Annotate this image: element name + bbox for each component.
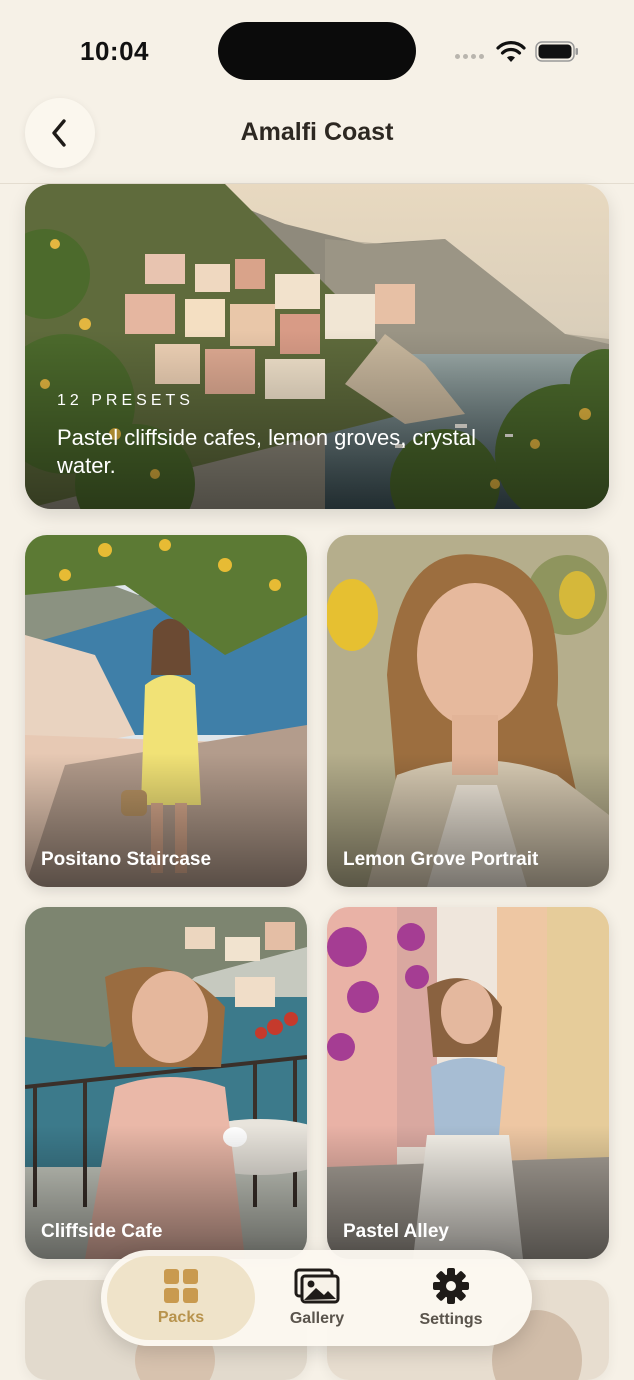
tab-label: Settings [419,1311,483,1328]
tab-label: Packs [157,1309,205,1326]
status-time: 10:04 [80,36,149,66]
wifi-icon [496,41,526,62]
preset-card-cliffside-cafe[interactable]: Cliffside Cafe [25,907,307,1259]
page-title: Amalfi Coast [240,118,394,146]
preset-card-label: Pastel Alley [343,1221,449,1242]
dynamic-island [218,22,416,80]
preset-card-label: Cliffside Cafe [41,1221,163,1242]
cellular-signal-icon [455,54,484,59]
preset-card-label: Lemon Grove Portrait [343,849,539,870]
photos-icon [294,1268,340,1304]
grid-icon [164,1269,198,1303]
preset-card-label: Positano Staircase [41,849,212,870]
nav-header: Amalfi Coast [0,98,634,184]
gear-icon [433,1268,469,1304]
tab-packs[interactable]: Packs [107,1256,255,1340]
tab-gallery[interactable]: Gallery [243,1256,391,1340]
pack-hero-card: 12 PRESETS Pastel cliffside cafes, lemon… [25,184,609,509]
preset-count: 12 PRESETS [57,392,194,409]
tab-bar: Packs Gallery Settings [101,1250,532,1346]
tab-label: Gallery [289,1310,345,1327]
preset-card-lemon-grove-portrait[interactable]: Lemon Grove Portrait [327,535,609,887]
status-bar: 10:04 [0,0,634,100]
preset-card-pastel-alley[interactable]: Pastel Alley [327,907,609,1259]
tab-settings[interactable]: Settings [377,1256,525,1340]
battery-icon [535,41,578,62]
preset-card-positano-staircase[interactable]: Positano Staircase [25,535,307,887]
pack-description: Pastel cliffside cafes, lemon groves, cr… [57,425,476,478]
